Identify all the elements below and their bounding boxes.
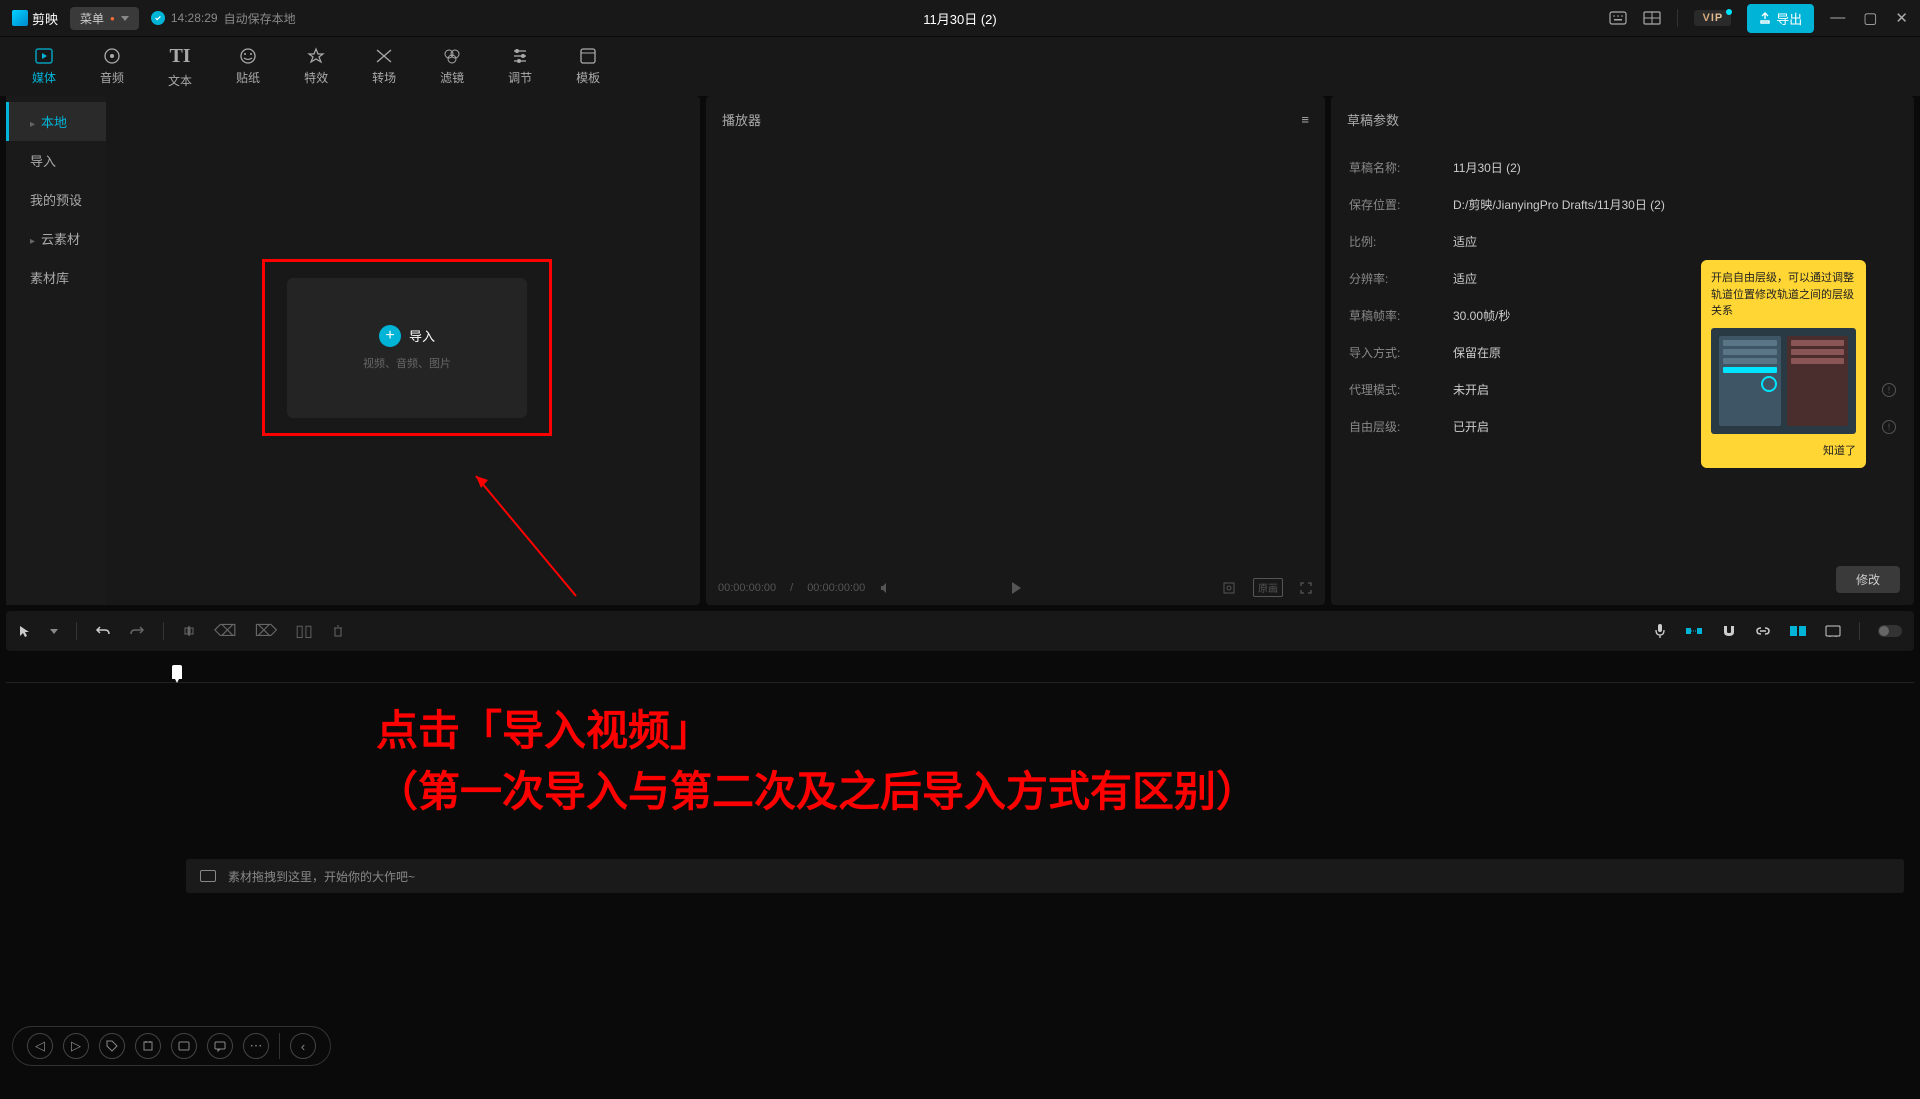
params-title: 草稿参数 (1347, 110, 1399, 129)
mic-button[interactable] (1653, 623, 1667, 639)
chevron-down-icon (121, 16, 129, 21)
screen-button[interactable] (171, 1033, 197, 1059)
tooltip-ok-button[interactable]: 知道了 (1711, 442, 1856, 458)
select-tool[interactable] (18, 624, 32, 638)
project-title: 11月30日 (2) (923, 9, 996, 28)
more-button[interactable]: ⋯ (243, 1033, 269, 1059)
keyboard-icon[interactable] (1609, 11, 1627, 25)
preview-button[interactable] (1825, 625, 1841, 637)
vip-badge[interactable]: VIP (1694, 10, 1731, 26)
tab-audio[interactable]: 音频 (78, 39, 146, 94)
media-drop-area: + 导入 视频、音频、图片 (106, 96, 700, 605)
sidebar-item-local[interactable]: 本地 (6, 102, 106, 141)
free-layer-tooltip: 开启自由层级，可以通过调整轨道位置修改轨道之间的层级关系 知道了 (1701, 260, 1866, 468)
annotation-text: 点击「导入视频」 （第一次导入与第二次及之后导入方式有区别） (376, 701, 1258, 823)
plus-icon: + (379, 325, 401, 347)
maximize-button[interactable]: ▢ (1863, 9, 1877, 27)
param-name: 11月30日 (2) (1453, 159, 1521, 176)
toggle-switch[interactable] (1878, 625, 1902, 637)
tab-transition[interactable]: 转场 (350, 39, 418, 94)
delete-left-button[interactable]: ⌫ (214, 621, 237, 641)
player-viewport (706, 143, 1325, 570)
import-button[interactable]: + 导入 视频、音频、图片 (287, 278, 527, 418)
category-tabs: 媒体 音频 TI 文本 贴纸 特效 转场 滤镜 调节 模板 (0, 36, 1920, 96)
player-menu-button[interactable]: ≡ (1301, 112, 1309, 127)
param-fps: 30.00帧/秒 (1453, 307, 1510, 324)
redo-button[interactable] (129, 624, 145, 638)
app-logo: 剪映 (12, 9, 58, 28)
check-icon (151, 11, 165, 25)
autosave-indicator: 14:28:29 自动保存本地 (151, 10, 296, 27)
split-button[interactable] (182, 624, 196, 638)
tab-filter[interactable]: 滤镜 (418, 39, 486, 94)
sidebar-item-library[interactable]: 素材库 (6, 258, 106, 297)
quality-label[interactable]: 原画 (1253, 578, 1283, 597)
tab-sticker[interactable]: 贴纸 (214, 39, 282, 94)
tab-effect[interactable]: 特效 (282, 39, 350, 94)
sidebar-item-import[interactable]: 导入 (6, 141, 106, 180)
delete-button[interactable] (331, 624, 345, 638)
titlebar: 剪映 菜单 ● 14:28:29 自动保存本地 11月30日 (2) VIP 导… (0, 0, 1920, 36)
main-panels: 本地 导入 我的预设 云素材 素材库 + 导入 视频、音频、图片 (0, 96, 1920, 605)
play-transport-button[interactable]: ▷ (63, 1033, 89, 1059)
param-path: D:/剪映/JianyingPro Drafts/11月30日 (2) (1453, 196, 1665, 213)
transport-bar: ◁ ▷ ⋯ ‹ (12, 1026, 331, 1066)
empty-track-hint[interactable]: 素材拖拽到这里，开始你的大作吧~ (186, 859, 1904, 893)
tab-adjust[interactable]: 调节 (486, 39, 554, 94)
player-time-total: 00:00:00:00 (807, 582, 865, 594)
menu-button[interactable]: 菜单 ● (70, 7, 139, 30)
marker-button[interactable] (135, 1033, 161, 1059)
playhead[interactable] (172, 665, 182, 679)
prev-button[interactable]: ◁ (27, 1033, 53, 1059)
player-title: 播放器 (722, 110, 761, 129)
media-sidebar: 本地 导入 我的预设 云素材 素材库 (6, 96, 106, 605)
delete-right-button[interactable]: ⌦ (255, 621, 278, 641)
params-panel: 草稿参数 草稿名称:11月30日 (2) 保存位置:D:/剪映/Jianying… (1331, 96, 1914, 605)
chevron-down-icon[interactable] (50, 629, 58, 634)
export-button[interactable]: 导出 (1747, 4, 1814, 33)
message-button[interactable] (207, 1033, 233, 1059)
param-resolution: 适应 (1453, 270, 1477, 287)
close-button[interactable]: ✕ (1895, 9, 1908, 27)
annotation-highlight-box: + 导入 视频、音频、图片 (262, 259, 552, 436)
tag-button[interactable] (99, 1033, 125, 1059)
info-icon[interactable]: ! (1882, 383, 1896, 397)
tab-template[interactable]: 模板 (554, 39, 622, 94)
crop-icon[interactable] (1221, 580, 1237, 596)
sidebar-item-cloud[interactable]: 云素材 (6, 219, 106, 258)
player-panel: 播放器 ≡ 00:00:00:00 / 00:00:00:00 原画 (706, 96, 1325, 605)
magnet-button[interactable] (1721, 624, 1737, 638)
param-proxy: 未开启 (1453, 381, 1489, 398)
modify-button[interactable]: 修改 (1836, 566, 1900, 593)
player-time-current: 00:00:00:00 (718, 582, 776, 594)
collapse-button[interactable]: ‹ (290, 1033, 316, 1059)
logo-icon (12, 10, 28, 26)
link-button[interactable] (1755, 626, 1771, 636)
tab-text[interactable]: TI 文本 (146, 37, 214, 97)
media-panel: 本地 导入 我的预设 云素材 素材库 + 导入 视频、音频、图片 (6, 96, 700, 605)
play-button[interactable] (1008, 580, 1024, 596)
clip-icon (200, 870, 216, 882)
timeline-ruler[interactable] (6, 657, 1914, 683)
minimize-button[interactable]: — (1830, 9, 1845, 27)
param-ratio: 适应 (1453, 233, 1477, 250)
undo-button[interactable] (95, 624, 111, 638)
param-import-mode: 保留在原 (1453, 344, 1501, 361)
split-mode-button[interactable]: ▯▯ (295, 621, 313, 641)
sidebar-item-presets[interactable]: 我的预设 (6, 180, 106, 219)
timeline-toolbar: ⌫ ⌦ ▯▯ (6, 611, 1914, 651)
app-name: 剪映 (32, 9, 58, 28)
tab-media[interactable]: 媒体 (10, 39, 78, 94)
volume-icon[interactable] (879, 581, 893, 595)
layout-icon[interactable] (1643, 11, 1661, 25)
fullscreen-icon[interactable] (1299, 581, 1313, 595)
annotation-arrow (466, 466, 586, 606)
tooltip-preview-image (1711, 328, 1856, 434)
param-free-layer: 已开启 (1453, 418, 1489, 435)
info-icon[interactable]: ! (1882, 420, 1896, 434)
auto-snap-button[interactable] (1685, 625, 1703, 637)
preview-axis-button[interactable] (1789, 625, 1807, 637)
